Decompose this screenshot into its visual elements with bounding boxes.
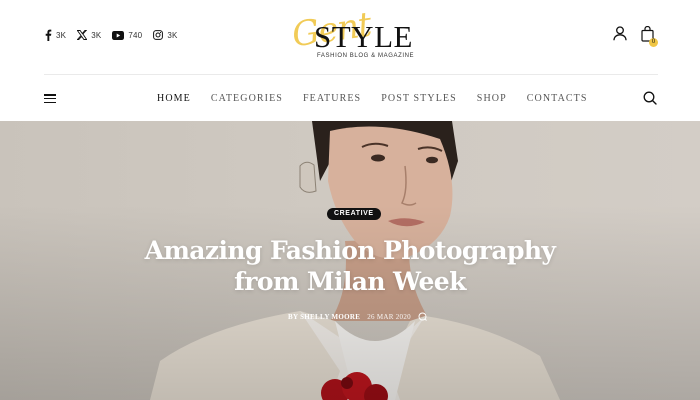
facebook-icon [45, 29, 52, 41]
social-links: 3K 3K 740 3K [44, 29, 178, 41]
cart-button[interactable]: 0 [641, 25, 658, 47]
main-navigation: HOME CATEGORIES FEATURES POST STYLES SHO… [0, 75, 700, 121]
nav-item-contacts[interactable]: CONTACTS [527, 93, 588, 104]
instagram-count: 3K [167, 30, 178, 40]
social-facebook[interactable]: 3K [44, 29, 66, 41]
x-count: 3K [91, 30, 102, 40]
nav-item-post-styles[interactable]: POST STYLES [381, 93, 457, 104]
social-instagram[interactable]: 3K [153, 30, 177, 40]
facebook-count: 3K [56, 30, 67, 40]
nav-menu: HOME CATEGORIES FEATURES POST STYLES SHO… [157, 93, 608, 104]
hamburger-icon [44, 94, 56, 96]
youtube-icon [112, 30, 125, 40]
hero-title-line1: Amazing Fashion Photography [144, 236, 556, 265]
instagram-icon [153, 30, 164, 40]
account-button[interactable] [613, 26, 627, 46]
site-logo[interactable]: Gent STYLE FASHION BLOG & MAGAZINE [288, 5, 415, 65]
youtube-count: 740 [128, 30, 143, 40]
social-x[interactable]: 3K [77, 30, 101, 40]
nav-item-home[interactable]: HOME [157, 93, 191, 104]
hamburger-icon-line [44, 101, 56, 104]
hamburger-icon-line [44, 97, 56, 100]
post-meta: BY SHELLY MOORE 26 MAR 2020 [288, 312, 427, 321]
menu-toggle-button[interactable] [44, 94, 56, 104]
site-header: 3K 3K 740 3K Gent STYLE FASHION BLOG & M… [0, 0, 700, 75]
post-date: 26 MAR 2020 [367, 312, 411, 321]
search-button[interactable] [643, 91, 657, 110]
search-icon [643, 91, 657, 105]
user-icon [613, 26, 627, 41]
nav-item-shop[interactable]: SHOP [477, 93, 507, 104]
social-youtube[interactable]: 740 [112, 30, 143, 40]
nav-item-features[interactable]: FEATURES [303, 93, 361, 104]
hero-title-line2: from Milan Week [234, 267, 466, 296]
nav-item-categories[interactable]: CATEGORIES [211, 93, 283, 104]
hero-title[interactable]: Amazing Fashion Photography from Milan W… [110, 235, 590, 297]
category-badge[interactable]: CREATIVE [327, 208, 381, 220]
logo-tagline: FASHION BLOG & MAGAZINE [317, 53, 415, 59]
post-author[interactable]: BY SHELLY MOORE [288, 313, 360, 321]
cart-count-badge: 0 [649, 38, 658, 47]
featured-post-hero[interactable]: CREATIVE Amazing Fashion Photography fro… [0, 121, 700, 400]
x-twitter-icon [77, 30, 88, 40]
comment-icon[interactable] [418, 312, 427, 321]
logo-wordmark: STYLE [314, 19, 413, 54]
